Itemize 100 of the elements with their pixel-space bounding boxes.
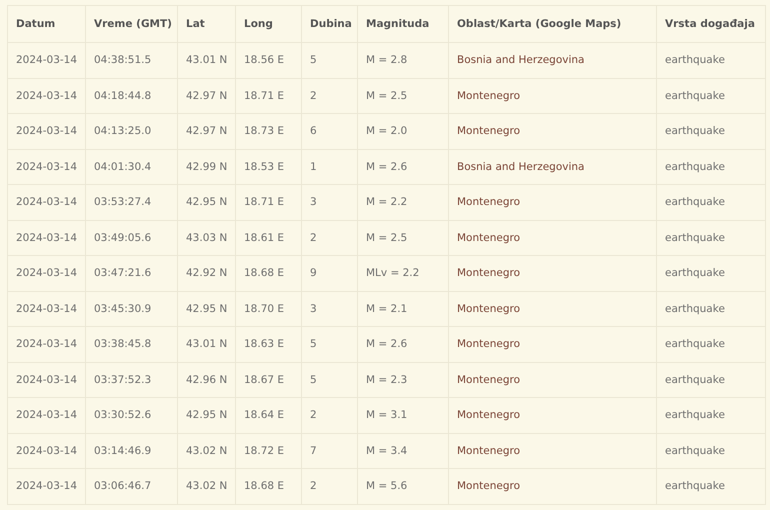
column-header: Oblast/Karta (Google Maps) xyxy=(448,6,656,42)
latitude-cell: 42.96 N xyxy=(178,362,236,398)
latitude-cell: 42.97 N xyxy=(178,114,236,149)
longitude-cell: 18.61 E xyxy=(236,220,302,256)
longitude-cell: 18.67 E xyxy=(236,362,302,398)
time-cell: 04:38:51.5 xyxy=(86,42,178,78)
magnitude-cell: M = 2.8 xyxy=(358,42,448,78)
latitude-cell: 42.95 N xyxy=(178,184,236,220)
event-type-cell: earthquake xyxy=(656,291,766,326)
event-type-cell: earthquake xyxy=(656,433,766,468)
longitude-cell: 18.71 E xyxy=(236,78,302,114)
time-cell: 03:30:52.6 xyxy=(86,398,178,433)
magnitude-cell: M = 2.5 xyxy=(358,220,448,256)
date-cell: 2024-03-14 xyxy=(8,149,86,184)
event-type-cell: earthquake xyxy=(656,256,766,291)
region-link[interactable]: Montenegro xyxy=(457,338,520,350)
depth-cell: 7 xyxy=(302,433,358,468)
longitude-cell: 18.68 E xyxy=(236,256,302,291)
latitude-cell: 42.99 N xyxy=(178,149,236,184)
event-type-cell: earthquake xyxy=(656,326,766,362)
depth-cell: 5 xyxy=(302,326,358,362)
event-type-cell: earthquake xyxy=(656,468,766,504)
time-cell: 03:47:21.6 xyxy=(86,256,178,291)
region-link[interactable]: Montenegro xyxy=(457,232,520,244)
event-type-cell: earthquake xyxy=(656,362,766,398)
event-type-cell: earthquake xyxy=(656,184,766,220)
magnitude-cell: M = 2.2 xyxy=(358,184,448,220)
region-link[interactable]: Montenegro xyxy=(457,409,520,422)
latitude-cell: 43.02 N xyxy=(178,433,236,468)
latitude-cell: 43.01 N xyxy=(178,42,236,78)
latitude-cell: 43.03 N xyxy=(178,220,236,256)
event-type-cell: earthquake xyxy=(656,149,766,184)
region-link[interactable]: Montenegro xyxy=(457,125,520,138)
column-header: Lat xyxy=(178,6,236,42)
region-link[interactable]: Montenegro xyxy=(457,267,520,280)
date-cell: 2024-03-14 xyxy=(8,291,86,326)
magnitude-cell: M = 2.1 xyxy=(358,291,448,326)
region-link[interactable]: Montenegro xyxy=(457,90,520,102)
date-cell: 2024-03-14 xyxy=(8,256,86,291)
longitude-cell: 18.68 E xyxy=(236,468,302,504)
longitude-cell: 18.73 E xyxy=(236,114,302,149)
magnitude-cell: M = 2.5 xyxy=(358,78,448,114)
time-cell: 03:06:46.7 xyxy=(86,468,178,504)
latitude-cell: 42.92 N xyxy=(178,256,236,291)
longitude-cell: 18.70 E xyxy=(236,291,302,326)
column-header: Long xyxy=(236,6,302,42)
region-link[interactable]: Montenegro xyxy=(457,480,520,492)
date-cell: 2024-03-14 xyxy=(8,326,86,362)
time-cell: 03:53:27.4 xyxy=(86,184,178,220)
magnitude-cell: M = 3.1 xyxy=(358,398,448,433)
column-header: Vreme (GMT) xyxy=(86,6,178,42)
magnitude-cell: M = 2.6 xyxy=(358,149,448,184)
time-cell: 03:14:46.9 xyxy=(86,433,178,468)
region-link[interactable]: Montenegro xyxy=(457,444,520,457)
magnitude-cell: MLv = 2.2 xyxy=(358,256,448,291)
longitude-cell: 18.64 E xyxy=(236,398,302,433)
date-cell: 2024-03-14 xyxy=(8,42,86,78)
date-cell: 2024-03-14 xyxy=(8,114,86,149)
magnitude-cell: M = 3.4 xyxy=(358,433,448,468)
longitude-cell: 18.72 E xyxy=(236,433,302,468)
depth-cell: 2 xyxy=(302,398,358,433)
event-type-cell: earthquake xyxy=(656,78,766,114)
latitude-cell: 42.97 N xyxy=(178,78,236,114)
column-header: Datum xyxy=(8,6,86,42)
depth-cell: 1 xyxy=(302,149,358,184)
depth-cell: 3 xyxy=(302,291,358,326)
time-cell: 03:37:52.3 xyxy=(86,362,178,398)
magnitude-cell: M = 2.0 xyxy=(358,114,448,149)
time-cell: 03:45:30.9 xyxy=(86,291,178,326)
depth-cell: 2 xyxy=(302,468,358,504)
longitude-cell: 18.71 E xyxy=(236,184,302,220)
event-type-cell: earthquake xyxy=(656,220,766,256)
latitude-cell: 43.01 N xyxy=(178,326,236,362)
time-cell: 04:13:25.0 xyxy=(86,114,178,149)
depth-cell: 2 xyxy=(302,220,358,256)
time-cell: 03:49:05.6 xyxy=(86,220,178,256)
column-header: Dubina xyxy=(302,6,358,42)
date-cell: 2024-03-14 xyxy=(8,220,86,256)
date-cell: 2024-03-14 xyxy=(8,184,86,220)
date-cell: 2024-03-14 xyxy=(8,398,86,433)
latitude-cell: 42.95 N xyxy=(178,291,236,326)
date-cell: 2024-03-14 xyxy=(8,433,86,468)
depth-cell: 5 xyxy=(302,42,358,78)
magnitude-cell: M = 5.6 xyxy=(358,468,448,504)
longitude-cell: 18.56 E xyxy=(236,42,302,78)
time-cell: 04:18:44.8 xyxy=(86,78,178,114)
depth-cell: 5 xyxy=(302,362,358,398)
magnitude-cell: M = 2.3 xyxy=(358,362,448,398)
latitude-cell: 43.02 N xyxy=(178,468,236,504)
column-header: Vrsta događaja xyxy=(656,6,766,42)
column-header: Magnituda xyxy=(358,6,448,42)
time-cell: 03:38:45.8 xyxy=(86,326,178,362)
date-cell: 2024-03-14 xyxy=(8,78,86,114)
region-link[interactable]: Montenegro xyxy=(457,196,520,208)
date-cell: 2024-03-14 xyxy=(8,468,86,504)
region-link[interactable]: Montenegro xyxy=(457,302,520,315)
longitude-cell: 18.53 E xyxy=(236,149,302,184)
depth-cell: 6 xyxy=(302,114,358,149)
region-link[interactable]: Montenegro xyxy=(457,374,520,386)
date-cell: 2024-03-14 xyxy=(8,362,86,398)
